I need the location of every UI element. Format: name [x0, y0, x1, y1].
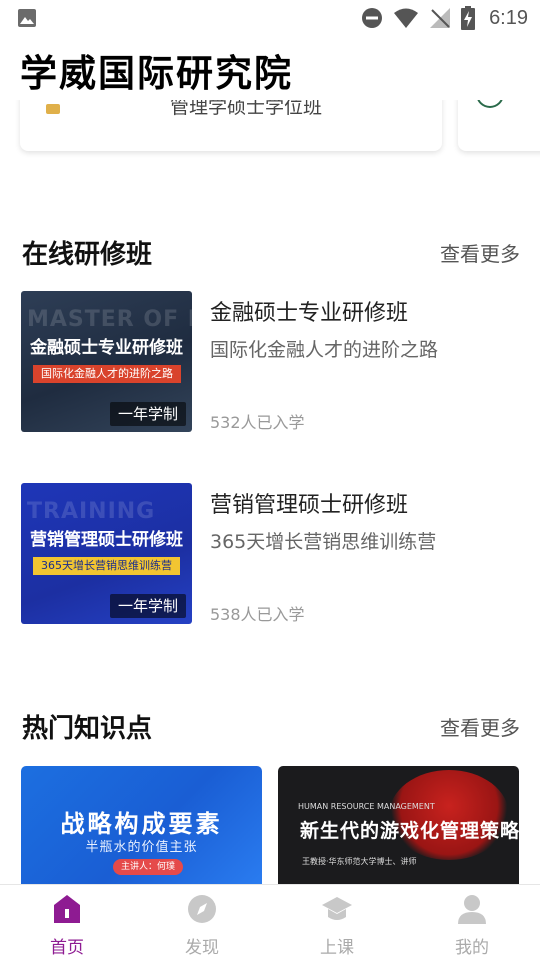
knowledge-card-title: 战略构成要素: [60, 810, 223, 838]
thumbnail-subtitle: 国际化金融人才的进阶之路: [33, 365, 181, 383]
enrollment-count: 532人已入学: [210, 413, 305, 432]
school-emblem-icon: [476, 100, 504, 108]
user-icon: [458, 895, 486, 924]
no-signal-icon: [430, 8, 451, 28]
tab-label: 发现: [185, 938, 219, 958]
enrollment-count: 538人已入学: [210, 605, 305, 624]
tab-label: 我的: [455, 938, 489, 958]
knowledge-card-hr[interactable]: HUMAN RESOURCE MANAGEMENT 新生代的游戏化管理策略 王教…: [278, 766, 519, 886]
course-thumbnail: TRAINING 营销管理硕士研修班 365天增长营销思维训练营 一年学制: [21, 483, 192, 624]
tab-profile[interactable]: 我的: [427, 885, 517, 960]
thumbnail-bg-text: TRAINING: [27, 499, 156, 524]
course-name: 营销管理硕士研修班: [210, 493, 409, 518]
thumbnail-title: 营销管理硕士研修班: [30, 530, 183, 550]
course-desc: 国际化金融人才的进阶之路: [210, 339, 439, 361]
knowledge-card-title: 新生代的游戏化管理策略: [300, 820, 519, 842]
banner-card[interactable]: [458, 100, 540, 151]
course-thumbnail: MASTER OF FINANCE 金融硕士专业研修班 国际化金融人才的进阶之路…: [21, 291, 192, 432]
status-bar: 6:19: [0, 0, 540, 36]
knowledge-card-author: 王教授·华东师范大学博士、讲师: [302, 857, 417, 866]
section-title: 热门知识点: [22, 714, 153, 744]
view-more-link[interactable]: 查看更多: [440, 712, 520, 741]
bottom-tab-bar: 首页 发现 上课 我的: [0, 884, 540, 960]
knowledge-card-en-title: HUMAN RESOURCE MANAGEMENT: [298, 802, 435, 811]
decorative-blob: [389, 770, 509, 860]
view-more-link[interactable]: 查看更多: [440, 238, 520, 267]
battery-charging-icon: [461, 6, 476, 30]
wifi-icon: [394, 8, 419, 28]
tab-label: 上课: [320, 938, 354, 958]
compass-icon: [188, 895, 216, 923]
status-time: 6:19: [489, 6, 528, 29]
hot-knowledge-header: 热门知识点 查看更多: [22, 708, 520, 748]
thumbnail-bg-text: MASTER OF FINANCE: [27, 307, 192, 332]
banner-card-title: 管理学硕士学位班: [170, 100, 323, 118]
section-title: 在线研修班: [22, 240, 153, 270]
thumbnail-subtitle: 365天增长营销思维训练营: [33, 557, 180, 575]
thumbnail-title: 金融硕士专业研修班: [30, 338, 183, 358]
gallery-notification-icon: [18, 9, 36, 27]
do-not-disturb-icon: [362, 8, 383, 28]
banner-card[interactable]: 管理学硕士学位班: [20, 100, 442, 151]
banner-carousel[interactable]: 管理学硕士学位班: [0, 100, 540, 160]
knowledge-card-subtitle: 半瓶水的价值主张: [85, 840, 198, 855]
tab-classes[interactable]: 上课: [292, 885, 382, 960]
tab-home[interactable]: 首页: [22, 885, 112, 960]
speaker-tag: 主讲人：何璞: [113, 859, 184, 875]
home-icon: [54, 895, 80, 923]
duration-badge: 一年学制: [109, 594, 186, 618]
knowledge-card-strategy[interactable]: 战略构成要素 半瓶水的价值主张 主讲人：何璞: [21, 766, 262, 886]
course-item-finance[interactable]: MASTER OF FINANCE 金融硕士专业研修班 国际化金融人才的进阶之路…: [21, 291, 521, 433]
tab-label: 首页: [50, 938, 84, 958]
tab-discover[interactable]: 发现: [157, 885, 247, 960]
online-courses-header: 在线研修班 查看更多: [22, 234, 520, 274]
graduation-cap-icon: [322, 897, 352, 920]
duration-badge: 一年学制: [109, 402, 186, 426]
course-item-marketing[interactable]: TRAINING 营销管理硕士研修班 365天增长营销思维训练营 一年学制 营销…: [21, 483, 521, 625]
app-title: 学威国际研究院: [20, 50, 303, 98]
course-name: 金融硕士专业研修班: [210, 301, 409, 326]
course-desc: 365天增长营销思维训练营: [210, 531, 437, 553]
school-logo-icon: [46, 104, 60, 114]
